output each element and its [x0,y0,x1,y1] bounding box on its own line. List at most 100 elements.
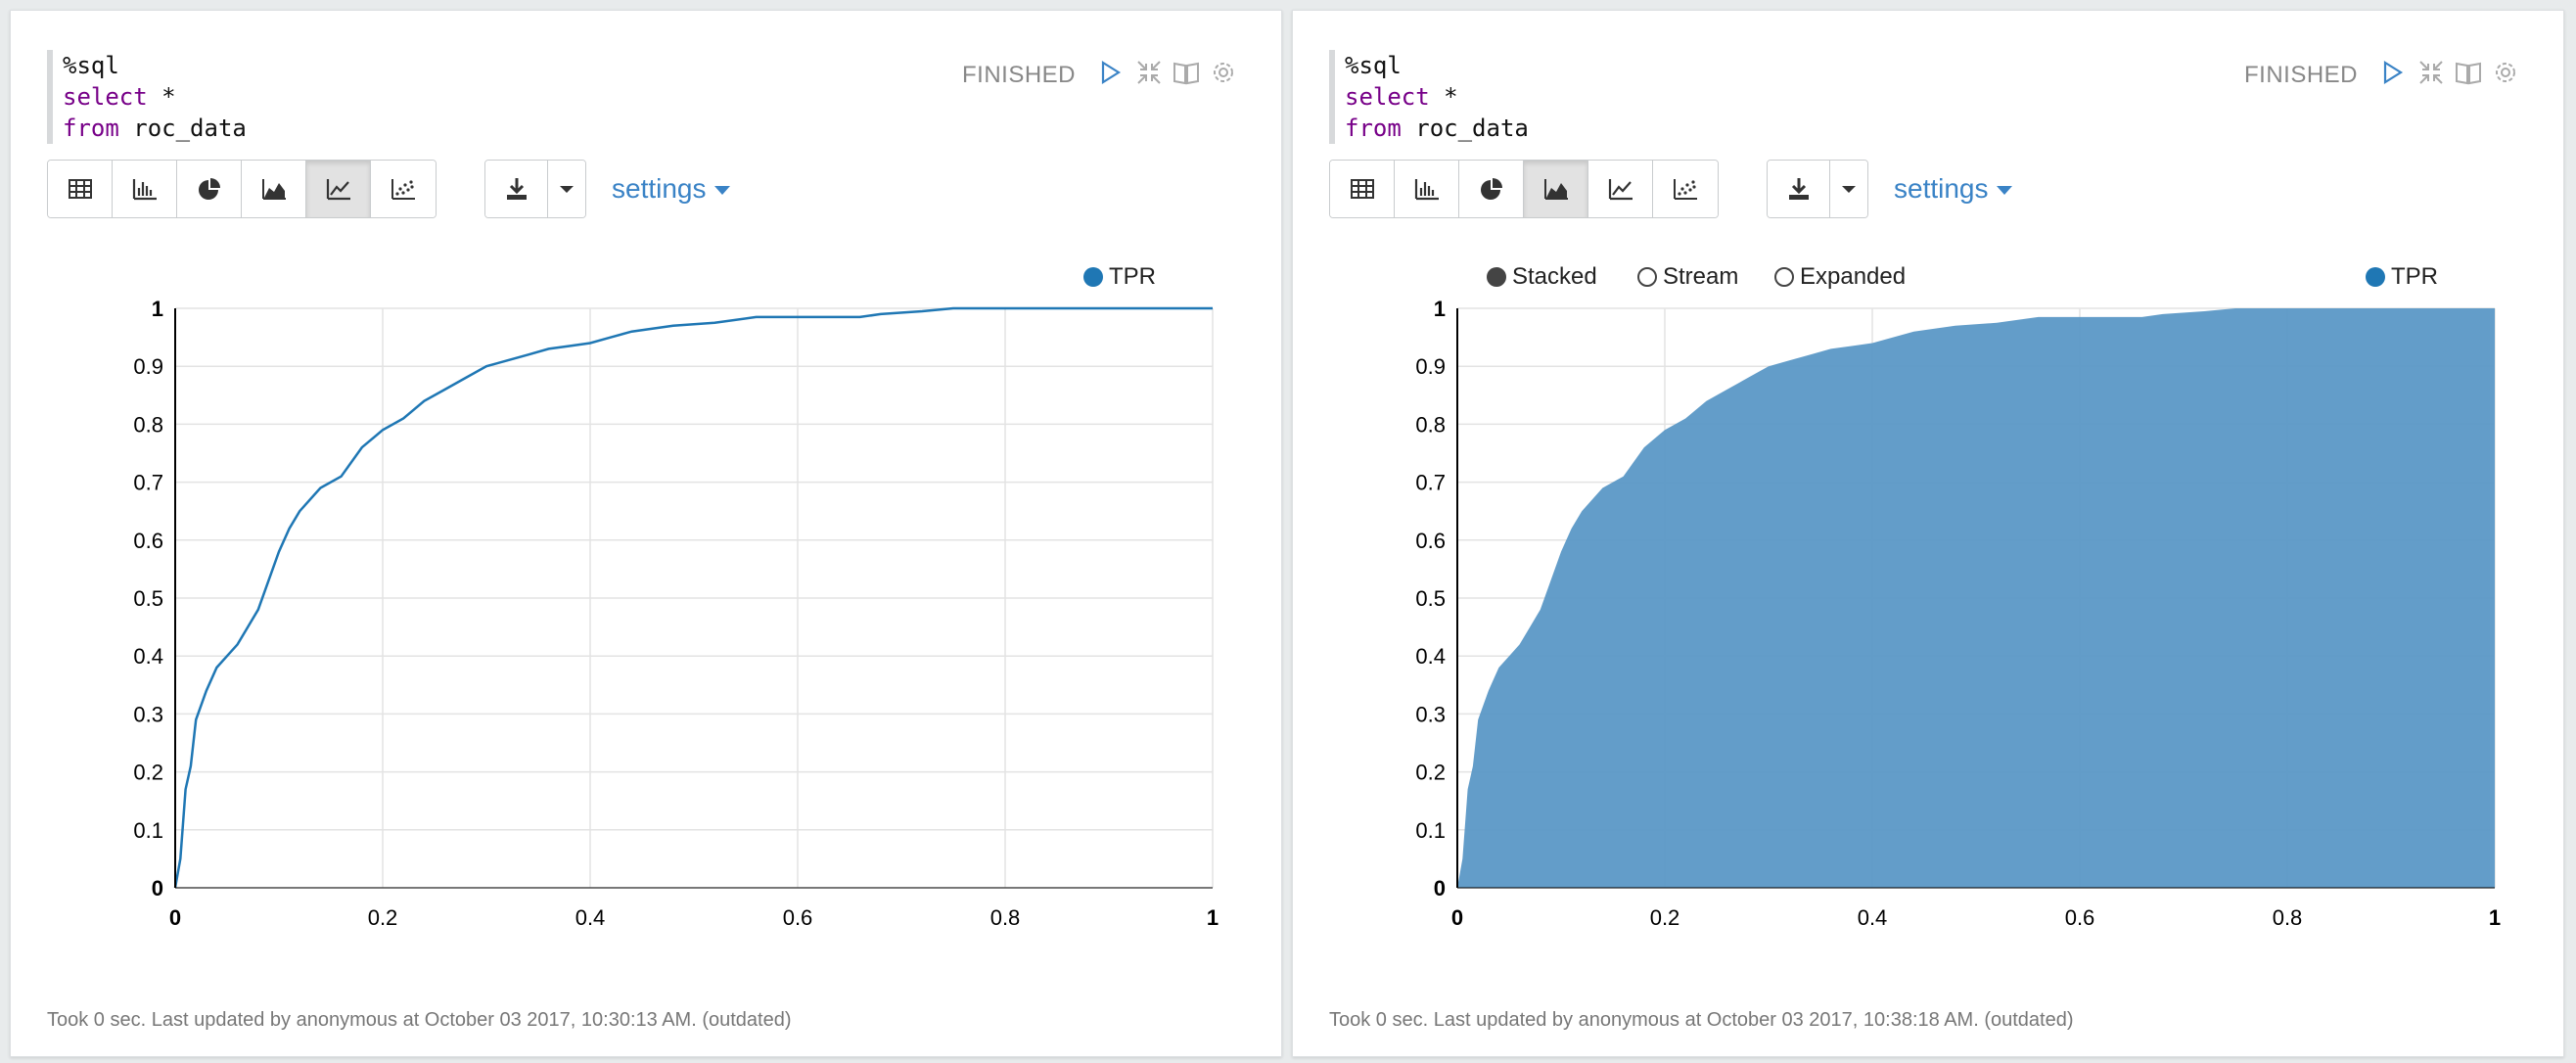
line-chart-icon [1608,179,1633,201]
area-chart-button[interactable] [242,161,306,217]
download-options-dropdown[interactable] [1830,161,1867,217]
y-tick-label: 0 [152,876,163,901]
x-tick-label: 0 [169,905,181,930]
x-tick-label: 0.2 [368,905,398,930]
download-options-dropdown[interactable] [548,161,585,217]
radio-unselected-icon [1774,267,1794,287]
area-chart-button[interactable] [1524,161,1588,217]
download-toolbar [1767,160,1868,218]
scatter-chart-button[interactable] [1653,161,1718,217]
x-tick-label: 0.4 [575,905,606,930]
y-tick-label: 0.4 [133,644,163,669]
paragraph-footer: Took 0 sec. Last updated by anonymous at… [1329,1009,2074,1031]
caret-down-icon [713,186,730,196]
pie-chart-icon [198,178,220,200]
line-chart-button[interactable] [1588,161,1653,217]
x-tick-label: 0.8 [990,905,1021,930]
download-button[interactable] [1768,161,1830,217]
x-tick-label: 1 [2489,905,2501,930]
y-tick-label: 0.6 [1415,529,1446,553]
y-tick-label: 0.2 [1415,761,1446,785]
radio-selected-icon [1487,267,1506,287]
code-line: select * [63,83,176,111]
y-tick-label: 0.7 [133,471,163,495]
roc-area-chart: 0 0.1 0.2 0.3 0.4 0.5 0.6 0.7 0.8 0.9 1 0 0.2 0.4 0.6 0… [1415,297,2501,930]
book-icon[interactable] [2454,58,2483,87]
y-tick-label: 0.3 [1415,702,1446,726]
y-tick-label: 0.3 [133,702,163,726]
y-tick-label: 1 [152,297,163,321]
download-icon [506,178,527,200]
code-editor[interactable]: %sql select * from roc_data [1329,50,1529,144]
y-tick-label: 0.6 [133,529,163,553]
paragraph-footer: Took 0 sec. Last updated by anonymous at… [47,1009,792,1031]
y-tick-label: 0.9 [1415,354,1446,379]
settings-label: settings [612,173,707,204]
y-tick-label: 0.1 [1415,818,1446,843]
y-tick-label: 1 [1434,297,1446,321]
area-chart-icon [261,179,286,200]
y-tick-label: 0.7 [1415,471,1446,495]
scatter-chart-icon [1674,179,1697,200]
chart-type-toolbar [47,160,437,218]
table-view-button[interactable] [48,161,113,217]
settings-label: settings [1894,173,1989,204]
paragraph-panel-left: %sql select * from roc_data FINISHED set… [10,10,1282,1057]
table-view-button[interactable] [1330,161,1395,217]
collapse-icon[interactable] [2416,58,2446,87]
x-tick-label: 1 [1207,905,1219,930]
area-chart-icon [1543,179,1568,200]
gear-icon[interactable] [2491,58,2520,87]
code-line: select * [1345,83,1458,111]
caret-down-icon [1996,186,2012,196]
x-tick-label: 0.4 [1858,905,1888,930]
x-tick-label: 0.2 [1650,905,1680,930]
area-series-tpr [1457,308,2495,888]
scatter-chart-icon [391,179,415,200]
line-chart-button[interactable] [306,161,371,217]
code-editor[interactable]: %sql select * from roc_data [47,50,247,144]
chevron-down-icon [1842,186,1856,193]
bar-chart-button[interactable] [1395,161,1459,217]
x-tick-label: 0 [1451,905,1463,930]
pie-chart-button[interactable] [1459,161,1524,217]
scatter-chart-button[interactable] [371,161,436,217]
x-tick-label: 0.6 [783,905,813,930]
collapse-icon[interactable] [1134,58,1164,87]
roc-line-chart: 0 0.1 0.2 0.3 0.4 0.5 0.6 0.7 0.8 0.9 1 0 0.2 0.4 0.6 0… [133,297,1219,930]
y-tick-label: 0.9 [133,354,163,379]
chart-type-toolbar [1329,160,1719,218]
bar-chart-button[interactable] [113,161,177,217]
code-line: from roc_data [63,115,247,142]
status-label: FINISHED [2243,62,2358,88]
run-icon[interactable] [1095,58,1125,87]
y-tick-label: 0.5 [133,586,163,611]
run-icon[interactable] [2377,58,2407,87]
y-tick-label: 0.8 [133,412,163,437]
book-icon[interactable] [1172,58,1201,87]
bar-chart-icon [1414,179,1439,201]
bar-chart-icon [132,179,157,201]
gear-icon[interactable] [1209,58,1238,87]
y-tick-label: 0.4 [1415,644,1446,669]
y-tick-label: 0.2 [133,761,163,785]
paragraph-panel-right: %sql select * from roc_data FINISHED set… [1292,10,2564,1057]
code-line: from roc_data [1345,115,1529,142]
download-toolbar [484,160,586,218]
download-button[interactable] [485,161,548,217]
chevron-down-icon [560,186,574,193]
code-line: %sql [63,52,119,79]
y-tick-label: 0.1 [133,818,163,843]
settings-dropdown[interactable]: settings [612,173,730,205]
pie-chart-button[interactable] [177,161,242,217]
download-icon [1788,178,1809,200]
settings-dropdown[interactable]: settings [1894,173,2012,205]
x-tick-label: 0.6 [2065,905,2095,930]
code-line: %sql [1345,52,1402,79]
legend-dot-icon [1083,267,1103,287]
y-tick-label: 0 [1434,876,1446,901]
table-icon [1350,179,1374,199]
x-tick-label: 0.8 [2273,905,2303,930]
legend-dot-icon [2366,267,2385,287]
line-chart-icon [326,179,350,201]
